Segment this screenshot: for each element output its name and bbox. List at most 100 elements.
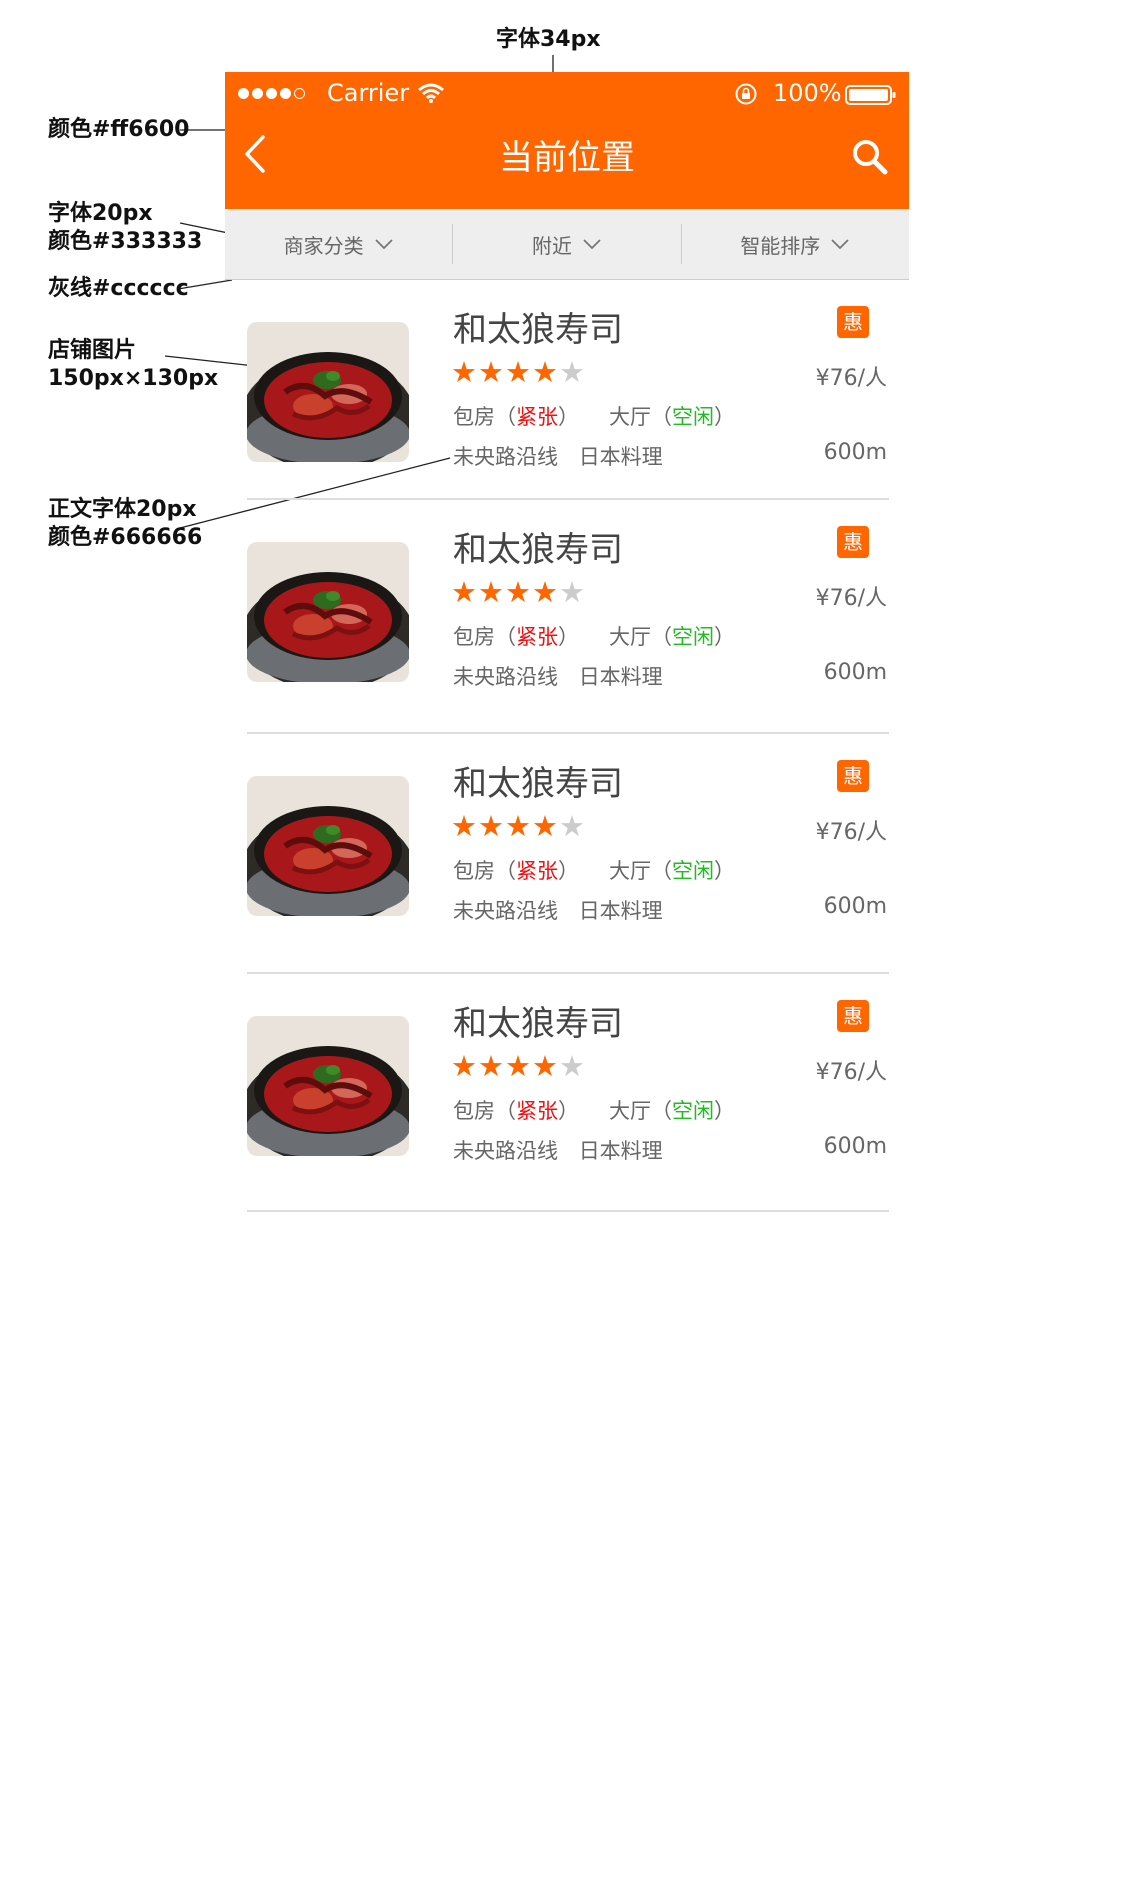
hall-close: ） [714,859,735,883]
star-filled-icon: ★ [505,355,531,389]
star-rating: ★ ★ ★ ★ ★ [451,810,585,842]
shop-meta: 未央路沿线 日本料理 [453,661,663,691]
star-filled-icon: ★ [532,1049,558,1083]
chevron-down-icon [375,239,393,250]
star-filled-icon: ★ [478,575,504,609]
star-filled-icon: ★ [478,1049,504,1083]
shop-image [247,542,409,682]
star-filled-icon: ★ [505,809,531,843]
private-room-close: ） [558,1099,579,1123]
star-filled-icon: ★ [505,1049,531,1083]
hall-label: 大厅（ [609,1099,672,1123]
shop-cuisine: 日本料理 [578,665,663,689]
seat-availability: 包房（ 紧张） 大厅（ 空闲） [453,401,735,431]
seat-availability: 包房（ 紧张） 大厅（ 空闲） [453,621,735,651]
chevron-down-icon [831,239,849,250]
star-empty-icon: ★ [559,1049,585,1083]
hall-status: 空闲 [672,1099,714,1123]
private-room-close: ） [558,405,579,429]
search-icon[interactable] [851,138,889,176]
filter-tab-label: 附近 [531,233,572,258]
shop-location: 未央路沿线 [453,665,558,689]
discount-badge: 惠 [837,306,869,338]
private-room-status: 紧张 [516,859,558,883]
shop-location: 未央路沿线 [453,899,558,923]
star-filled-icon: ★ [451,809,477,843]
filter-tab-label: 商家分类 [283,233,364,258]
star-rating: ★ ★ ★ ★ ★ [451,356,585,388]
filter-tab-label: 智能排序 [740,233,821,258]
hall-label: 大厅（ [609,859,672,883]
annotation-shop-image: 店铺图片 [48,338,137,363]
price-per-person: ¥76/人 [815,366,887,391]
hall-status: 空闲 [672,625,714,649]
annotation-filter-font: 字体20px [48,201,153,226]
wifi-icon [418,83,444,103]
filter-tab-sort[interactable]: 智能排序 [682,224,909,264]
shop-name: 和太狼寿司 [453,310,623,350]
shop-cuisine: 日本料理 [578,899,663,923]
hall-close: ） [714,405,735,429]
battery-percent: 100% [773,79,842,107]
shop-meta: 未央路沿线 日本料理 [453,895,663,925]
price-per-person: ¥76/人 [815,586,887,611]
star-filled-icon: ★ [451,575,477,609]
annotation-gray-line: 灰线#cccccc [48,276,189,301]
star-empty-icon: ★ [559,575,585,609]
status-bar: Carrier 100% [225,72,909,120]
app-header: Carrier 100% 当前位置 [225,72,909,209]
discount-badge: 惠 [837,526,869,558]
private-room-status: 紧张 [516,405,558,429]
seat-availability: 包房（ 紧张） 大厅（ 空闲） [453,1095,735,1125]
shop-list-item[interactable]: 和太狼寿司 惠 ★ ★ ★ ★ ★ ¥76/人 包房（ 紧张） 大厅（ 空闲） 未央路沿线 … [247,280,889,500]
shop-location: 未央路沿线 [453,445,558,469]
shop-location: 未央路沿线 [453,1139,558,1163]
star-filled-icon: ★ [478,355,504,389]
private-room-status: 紧张 [516,1099,558,1123]
chevron-down-icon [583,239,601,250]
private-room-label: 包房（ [453,1099,516,1123]
shop-list-item[interactable]: 和太狼寿司 惠 ★ ★ ★ ★ ★ ¥76/人 包房（ 紧张） 大厅（ 空闲） 未央路沿线 … [247,974,889,1212]
hall-status: 空闲 [672,859,714,883]
shop-name: 和太狼寿司 [453,764,623,804]
filter-tab-nearby[interactable]: 附近 [453,224,680,264]
filter-tab-category[interactable]: 商家分类 [225,224,452,264]
private-room-close: ） [558,625,579,649]
annotation-title-font: 字体34px [496,27,601,52]
private-room-label: 包房（ [453,405,516,429]
star-rating: ★ ★ ★ ★ ★ [451,1050,585,1082]
carrier-label: Carrier [327,79,410,107]
annotation-body-font: 正文字体20px [48,497,197,522]
annotation-body-color: 颜色#666666 [48,525,203,550]
hall-close: ） [714,625,735,649]
shop-image [247,776,409,916]
star-empty-icon: ★ [559,809,585,843]
shop-image [247,322,409,462]
star-filled-icon: ★ [532,355,558,389]
shop-image [247,1016,409,1156]
star-filled-icon: ★ [505,575,531,609]
seat-availability: 包房（ 紧张） 大厅（ 空闲） [453,855,735,885]
shop-list-item[interactable]: 和太狼寿司 惠 ★ ★ ★ ★ ★ ¥76/人 包房（ 紧张） 大厅（ 空闲） 未央路沿线 … [247,500,889,734]
star-rating: ★ ★ ★ ★ ★ [451,576,585,608]
shop-cuisine: 日本料理 [578,1139,663,1163]
shop-distance: 600m [823,1134,887,1159]
discount-badge: 惠 [837,760,869,792]
shop-distance: 600m [823,440,887,465]
shop-distance: 600m [823,660,887,685]
price-per-person: ¥76/人 [815,1060,887,1085]
phone-screen: Carrier 100% 当前位置 商家分类 附近 智能排序 和太狼寿司 惠 ★… [225,72,909,1212]
hall-close: ） [714,1099,735,1123]
shop-meta: 未央路沿线 日本料理 [453,441,663,471]
discount-badge: 惠 [837,1000,869,1032]
rotation-lock-icon [735,83,757,105]
private-room-status: 紧张 [516,625,558,649]
annotation-filter-color: 颜色#333333 [48,229,203,254]
annotation-header-color: 颜色#ff6600 [48,117,190,142]
private-room-label: 包房（ [453,625,516,649]
star-filled-icon: ★ [478,809,504,843]
shop-list: 和太狼寿司 惠 ★ ★ ★ ★ ★ ¥76/人 包房（ 紧张） 大厅（ 空闲） 未央路沿线 … [225,280,909,1212]
filter-bar: 商家分类 附近 智能排序 [225,209,909,280]
price-per-person: ¥76/人 [815,820,887,845]
shop-list-item[interactable]: 和太狼寿司 惠 ★ ★ ★ ★ ★ ¥76/人 包房（ 紧张） 大厅（ 空闲） 未央路沿线 … [247,734,889,974]
